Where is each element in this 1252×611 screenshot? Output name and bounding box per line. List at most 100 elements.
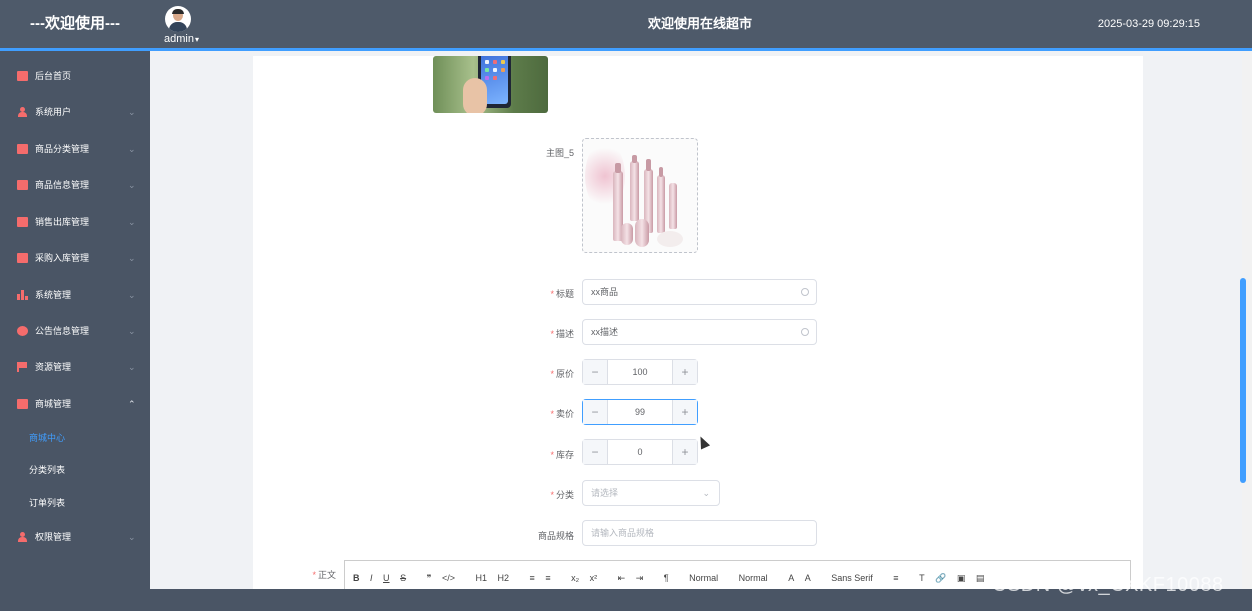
stock-value[interactable]: 0 [608,440,672,464]
sidebar: 后台首页 系统用户 ⌄ 商品分类管理 ⌄ 商品信息管理 ⌄ 销售出库管理 ⌄ 采… [0,51,150,589]
spec-input[interactable]: 请输入商品规格 [582,520,817,546]
top-header: ---欢迎使用--- admin▾ 欢迎使用在线超市 2025-03-29 09… [0,0,1252,48]
content-label: * 正文 [312,570,336,580]
sidebar-item-mall-mgmt[interactable]: 商城管理 ⌃ [0,386,150,422]
sidebar-subitem-mall-center[interactable]: 商城中心 [0,422,150,454]
subscript-button[interactable]: x₂ [571,573,579,583]
outdent-button[interactable]: ⇤ [618,573,626,584]
datetime-display: 2025-03-29 09:29:15 [1097,18,1200,30]
chevron-down-icon: ⌄ [128,107,136,117]
description-input[interactable]: xx描述 [582,319,817,345]
chart-icon [17,217,28,227]
user-menu[interactable]: admin▾ [164,33,199,45]
sidebar-item-sales-outbound[interactable]: 销售出库管理 ⌄ [0,204,150,240]
chevron-down-icon: ⌄ [128,290,136,300]
superscript-button[interactable]: x² [590,573,598,583]
chevron-down-icon: ⌄ [128,217,136,227]
monitor-icon [17,399,28,409]
sidebar-subitem-category-list[interactable]: 分类列表 [0,454,150,486]
align-button[interactable]: ≡ [893,573,898,583]
minus-icon[interactable]: − [583,440,608,464]
blockquote-button[interactable]: ❞ [427,573,432,584]
chevron-down-icon: ⌄ [128,326,136,336]
original-price-stepper[interactable]: − 100 + [582,359,698,385]
scrollbar-thumb[interactable] [1240,278,1246,483]
size-select[interactable]: Normal [689,573,718,583]
sidebar-item-notice-mgmt[interactable]: 公告信息管理 ⌄ [0,313,150,349]
flag-icon [17,362,28,372]
image-button[interactable]: ▣ [957,573,966,584]
monitor-icon [17,71,28,81]
minus-icon[interactable]: − [583,360,608,384]
original-price-label: * 原价 [550,369,574,379]
code-block-button[interactable]: </> [442,573,455,583]
background-color-button[interactable]: A [805,573,811,583]
video-button[interactable]: ▤ [976,573,985,584]
chart-icon [17,253,28,263]
chevron-down-icon: ⌄ [128,144,136,154]
header-select[interactable]: Normal [739,573,768,583]
sale-price-stepper[interactable]: − 99 + [582,399,698,425]
link-button[interactable]: 🔗 [935,573,946,584]
title-input[interactable]: xx商品 [582,279,817,305]
sidebar-item-product-mgmt[interactable]: 商品信息管理 ⌄ [0,167,150,203]
stock-label: * 库存 [550,450,574,460]
header1-button[interactable]: H1 [475,573,487,583]
clean-format-button[interactable]: T [919,573,925,583]
username-label: admin [164,33,194,45]
user-icon [17,107,28,117]
clear-icon[interactable] [801,328,809,336]
brand-title: ---欢迎使用--- [30,15,120,32]
sidebar-subitem-order-list[interactable]: 订单列表 [0,487,150,519]
sidebar-item-system-mgmt[interactable]: 系统管理 ⌄ [0,277,150,313]
description-label: * 描述 [550,329,574,339]
chart-icon [17,144,28,154]
chevron-down-icon: ⌄ [128,362,136,372]
bold-button[interactable]: B [353,573,360,583]
plus-icon[interactable]: + [672,440,697,464]
category-label: * 分类 [550,490,574,500]
sidebar-item-purchase-inbound[interactable]: 采购入库管理 ⌄ [0,240,150,276]
sidebar-item-system-users[interactable]: 系统用户 ⌄ [0,94,150,130]
title-label: * 标题 [550,289,574,299]
original-price-value[interactable]: 100 [608,360,672,384]
bar-chart-icon [17,290,28,300]
font-color-button[interactable]: A [788,573,794,583]
plus-icon[interactable]: + [672,360,697,384]
sidebar-item-permission-mgmt[interactable]: 权限管理 ⌄ [0,519,150,555]
watermark-text: CSDN @vx_CXKF10088 [992,574,1224,596]
clear-icon[interactable] [801,288,809,296]
chart-icon [17,180,28,190]
main-image-upload[interactable] [582,138,698,253]
main-image-label: 主图_5 [545,148,574,158]
avatar[interactable] [165,6,191,32]
category-select[interactable]: 请选择 ⌄ [582,480,720,506]
chevron-down-icon: ⌄ [702,488,710,498]
product-image-thumbnail[interactable] [433,56,548,113]
chevron-up-icon: ⌃ [128,399,136,409]
bullet-list-button[interactable]: ≡ [545,573,550,583]
chevron-down-icon: ⌄ [128,253,136,263]
italic-button[interactable]: I [370,573,373,583]
sale-price-value[interactable]: 99 [608,400,672,424]
editor-toolbar: B I U S ❞ </> H1 H2 ≡ ≡ x₂ x² ⇤ ⇥ ¶ Norm… [353,573,992,584]
info-icon [17,326,28,336]
user-icon [17,532,28,542]
sidebar-item-home[interactable]: 后台首页 [0,58,150,94]
strike-button[interactable]: S [400,573,406,583]
header2-button[interactable]: H2 [498,573,510,583]
chevron-down-icon: ⌄ [128,180,136,190]
plus-icon[interactable]: + [672,400,697,424]
stock-stepper[interactable]: − 0 + [582,439,698,465]
ordered-list-button[interactable]: ≡ [530,573,535,583]
sidebar-item-resource-mgmt[interactable]: 资源管理 ⌄ [0,349,150,385]
spec-label: 商品规格 [537,531,574,541]
minus-icon[interactable]: − [583,400,608,424]
underline-button[interactable]: U [383,573,390,583]
chevron-down-icon: ▾ [194,35,199,44]
text-direction-button[interactable]: ¶ [664,573,669,583]
chevron-down-icon: ⌄ [128,532,136,542]
sidebar-item-category-mgmt[interactable]: 商品分类管理 ⌄ [0,131,150,167]
font-select[interactable]: Sans Serif [831,573,873,583]
indent-button[interactable]: ⇥ [636,573,644,584]
